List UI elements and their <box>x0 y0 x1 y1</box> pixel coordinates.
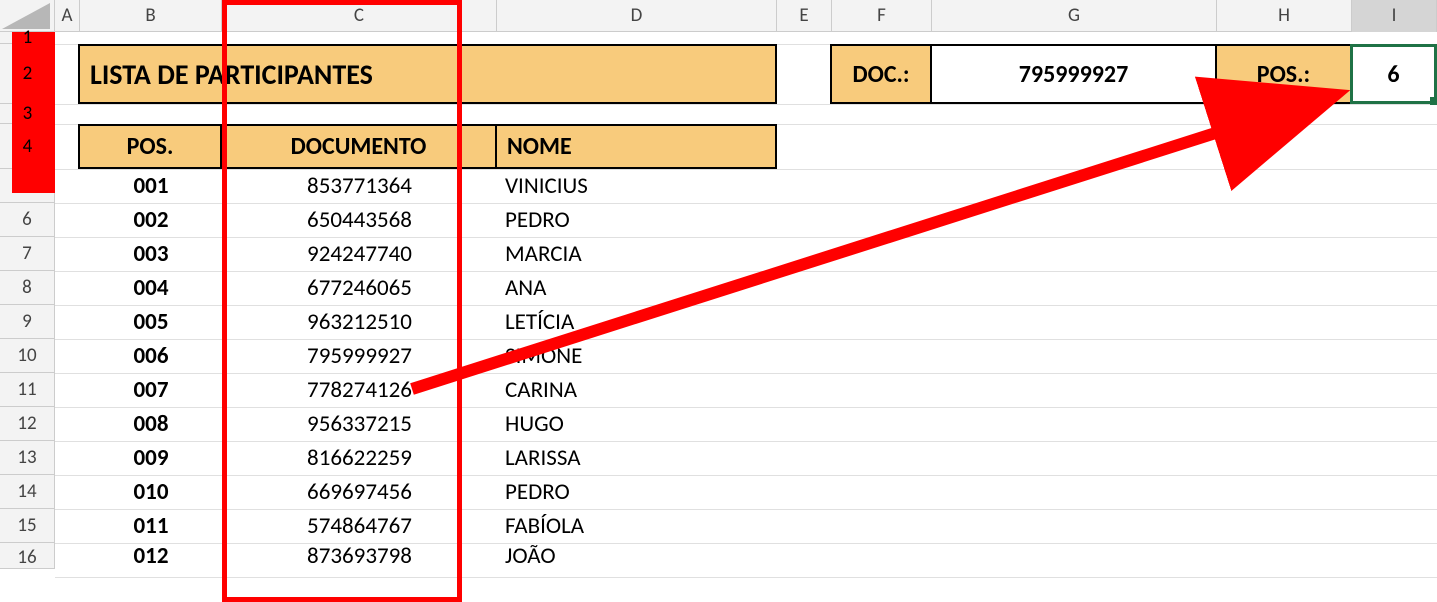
th-nome[interactable]: NOME <box>495 124 777 169</box>
cell-nome[interactable]: JOÃO <box>497 543 777 569</box>
cell-doc[interactable]: 669697456 <box>222 475 497 509</box>
cell-doc[interactable]: 853771364 <box>222 169 497 203</box>
cell-nome[interactable]: SIMONE <box>497 339 777 373</box>
row-header-14[interactable]: 14 <box>0 475 55 509</box>
cell-doc[interactable]: 956337215 <box>222 407 497 441</box>
cell-pos[interactable]: 012 <box>80 543 222 569</box>
cell-pos[interactable]: 009 <box>80 441 222 475</box>
cell-pos[interactable]: 006 <box>80 339 222 373</box>
cell-nome[interactable]: VINICIUS <box>497 169 777 203</box>
row-header-6[interactable]: 6 <box>0 203 55 237</box>
title-box[interactable]: LISTA DE PARTICIPANTES <box>78 44 777 104</box>
cell-pos[interactable]: 007 <box>80 373 222 407</box>
cell-nome[interactable]: LETÍCIA <box>497 305 777 339</box>
cell-doc[interactable]: 574864767 <box>222 509 497 543</box>
row-header-12[interactable]: 12 <box>0 407 55 441</box>
col-header-A[interactable]: A <box>55 0 80 32</box>
row-header-7[interactable]: 7 <box>0 237 55 271</box>
col-header-G[interactable]: G <box>932 0 1217 32</box>
col-header-H[interactable]: H <box>1217 0 1352 32</box>
cell-doc[interactable]: 816622259 <box>222 441 497 475</box>
cell-nome[interactable]: HUGO <box>497 407 777 441</box>
cell-doc[interactable]: 677246065 <box>222 271 497 305</box>
th-doc[interactable]: DOCUMENTO <box>220 124 497 169</box>
row-header-9[interactable]: 9 <box>0 305 55 339</box>
cell-pos[interactable]: 005 <box>80 305 222 339</box>
th-pos[interactable]: POS. <box>78 124 222 169</box>
col-header-C[interactable]: C <box>222 0 497 32</box>
cell-pos[interactable]: 003 <box>80 237 222 271</box>
cell-doc[interactable]: 924247740 <box>222 237 497 271</box>
cell-nome[interactable]: FABÍOLA <box>497 509 777 543</box>
cell-nome[interactable]: ANA <box>497 271 777 305</box>
col-header-I[interactable]: I <box>1352 0 1437 32</box>
row-header-11[interactable]: 11 <box>0 373 55 407</box>
cell-doc[interactable]: 795999927 <box>222 339 497 373</box>
cell-doc[interactable]: 650443568 <box>222 203 497 237</box>
row-header-10[interactable]: 10 <box>0 339 55 373</box>
cell-nome[interactable]: PEDRO <box>497 203 777 237</box>
row-header-15[interactable]: 15 <box>0 509 55 543</box>
cell-pos[interactable]: 004 <box>80 271 222 305</box>
cell-doc[interactable]: 873693798 <box>222 543 497 569</box>
row-header-16[interactable]: 16 <box>0 543 55 569</box>
col-header-E[interactable]: E <box>777 0 832 32</box>
cell-doc[interactable]: 963212510 <box>222 305 497 339</box>
cell-nome[interactable]: MARCIA <box>497 237 777 271</box>
col-header-D[interactable]: D <box>497 0 777 32</box>
row-header-8[interactable]: 8 <box>0 271 55 305</box>
cell-pos[interactable]: 011 <box>80 509 222 543</box>
cell-doc[interactable]: 778274126 <box>222 373 497 407</box>
cell-pos[interactable]: 002 <box>80 203 222 237</box>
cell-pos[interactable]: 010 <box>80 475 222 509</box>
doc-value-cell[interactable]: 795999927 <box>930 44 1217 104</box>
cell-nome[interactable]: PEDRO <box>497 475 777 509</box>
cell-nome[interactable]: CARINA <box>497 373 777 407</box>
pos-value-active-cell[interactable]: 6 <box>1350 44 1437 104</box>
row-header-13[interactable]: 13 <box>0 441 55 475</box>
doc-label-cell[interactable]: DOC.: <box>830 44 932 104</box>
col-header-F[interactable]: F <box>832 0 932 32</box>
red-highlight-rows <box>12 32 55 193</box>
column-headers: A B C D E F G H I <box>0 0 1437 32</box>
cell-nome[interactable]: LARISSA <box>497 441 777 475</box>
col-header-B[interactable]: B <box>80 0 222 32</box>
cell-pos[interactable]: 008 <box>80 407 222 441</box>
pos-label-cell[interactable]: POS.: <box>1215 44 1352 104</box>
cell-pos[interactable]: 001 <box>80 169 222 203</box>
